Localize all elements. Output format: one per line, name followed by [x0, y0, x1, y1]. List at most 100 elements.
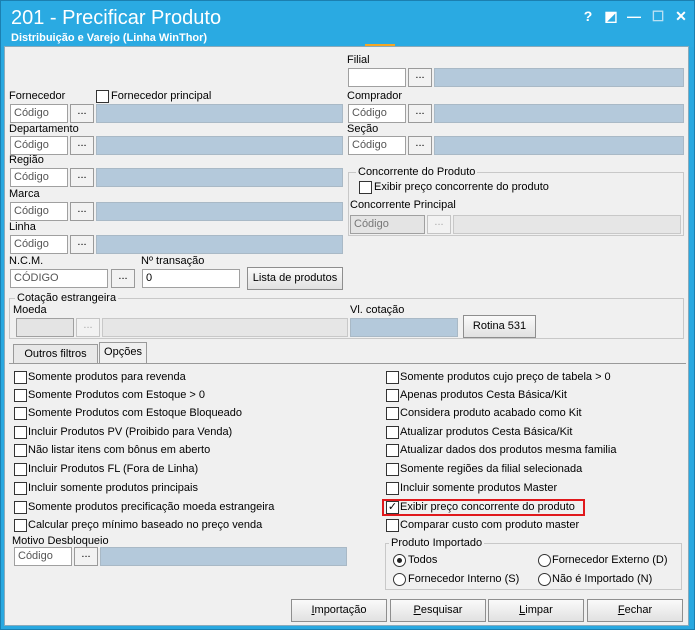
fechar-button[interactable]: Fechar — [587, 599, 683, 622]
secao-input[interactable]: Código — [348, 136, 406, 155]
title-bar: 201 - Precificar Produto Distribuição e … — [1, 1, 694, 47]
option-checkbox[interactable] — [386, 463, 399, 476]
option-checkbox[interactable] — [386, 444, 399, 457]
concorrente-search-button[interactable]: ... — [427, 215, 451, 234]
fornecedor-principal-checkbox[interactable] — [96, 90, 109, 103]
option-label: Exibir preço concorrente do produto — [400, 501, 575, 513]
fornecedor-externo-label: Fornecedor Externo (D) — [552, 554, 668, 566]
fornecedor-search-button[interactable]: ... — [70, 104, 94, 123]
departamento-search-button[interactable]: ... — [70, 136, 94, 155]
importacao-button[interactable]: Importação — [291, 599, 387, 622]
linha-description — [96, 235, 343, 254]
secao-label: Seção — [347, 123, 379, 135]
minimize-button[interactable]: — — [624, 7, 644, 25]
exibir-concorrente-checkbox[interactable] — [359, 181, 372, 194]
option-checkbox[interactable] — [14, 407, 27, 420]
motivo-description — [100, 547, 347, 566]
lista-produtos-button[interactable]: Lista de produtos — [247, 267, 343, 290]
comprador-search-button[interactable]: ... — [408, 104, 432, 123]
fornecedor-externo-radio[interactable] — [538, 554, 551, 567]
comprador-label: Comprador — [347, 90, 403, 102]
option-checkbox[interactable] — [386, 426, 399, 439]
fornecedor-interno-label: Fornecedor Interno (S) — [408, 573, 520, 585]
option-label: Incluir somente produtos principais — [28, 482, 198, 494]
option-label: Incluir somente produtos Master — [400, 482, 558, 494]
option-label: Incluir Produtos FL (Fora de Linha) — [28, 463, 199, 475]
help-button[interactable]: ? — [578, 7, 598, 25]
ncm-search-button[interactable]: ... — [111, 269, 135, 288]
option-checkbox[interactable] — [14, 426, 27, 439]
ncm-input[interactable]: CÓDIGO — [10, 269, 108, 288]
produto-importado-label: Produto Importado — [389, 537, 485, 549]
option-checkbox[interactable] — [14, 501, 27, 514]
nao-importado-radio[interactable] — [538, 573, 551, 586]
option-label: Somente produtos precificação moeda estr… — [28, 501, 275, 513]
exibir-concorrente-label: Exibir preço concorrente do produto — [374, 181, 549, 193]
option-checkbox[interactable] — [14, 389, 27, 402]
option-label: Somente produtos cujo preço de tabela > … — [400, 371, 611, 383]
concorrente-input[interactable]: Código — [350, 215, 425, 234]
close-button[interactable]: ✕ — [671, 7, 691, 25]
marca-input[interactable]: Código — [10, 202, 68, 221]
option-label: Atualizar produtos Cesta Básica/Kit — [400, 426, 573, 438]
concorrente-principal-label: Concorrente Principal — [350, 199, 456, 211]
pesquisar-button[interactable]: Pesquisar — [390, 599, 486, 622]
tab-divider — [9, 363, 686, 364]
fornecedor-interno-radio[interactable] — [393, 573, 406, 586]
transacao-input[interactable]: 0 — [142, 269, 240, 288]
option-checkbox[interactable] — [14, 463, 27, 476]
option-label: Somente Produtos com Estoque > 0 — [28, 389, 206, 401]
option-label: Comparar custo com produto master — [400, 519, 580, 531]
motivo-input[interactable]: Código — [14, 547, 72, 566]
option-checkbox[interactable] — [386, 371, 399, 384]
exibir-preco-concorrente-checkbox[interactable]: ✓ — [386, 501, 399, 514]
vl-cotacao-label: Vl. cotação — [350, 304, 405, 316]
option-label: Somente produtos para revenda — [28, 371, 186, 383]
tab-opcoes[interactable]: Opções — [99, 342, 147, 364]
maximize-button[interactable]: ☐ — [648, 7, 668, 25]
secao-description — [434, 136, 684, 155]
option-checkbox[interactable] — [386, 389, 399, 402]
option-checkbox[interactable] — [14, 444, 27, 457]
fornecedor-principal-label: Fornecedor principal — [111, 90, 212, 102]
option-checkbox[interactable] — [386, 519, 399, 532]
tab-outros-filtros[interactable]: Outros filtros — [13, 344, 98, 364]
motivo-label: Motivo Desbloqueio — [12, 535, 109, 547]
option-label: Considera produto acabado como Kit — [400, 407, 582, 419]
departamento-input[interactable]: Código — [10, 136, 68, 155]
linha-input[interactable]: Código — [10, 235, 68, 254]
regiao-search-button[interactable]: ... — [70, 168, 94, 187]
concorrente-description — [453, 215, 681, 234]
option-checkbox[interactable] — [386, 482, 399, 495]
marca-label: Marca — [9, 188, 40, 200]
option-checkbox[interactable] — [14, 519, 27, 532]
restore-icon[interactable]: ◩ — [601, 7, 621, 25]
rotina-531-button[interactable]: Rotina 531 — [463, 315, 536, 338]
vl-cotacao-input[interactable] — [350, 318, 458, 337]
regiao-input[interactable]: Código — [10, 168, 68, 187]
option-label: Apenas produtos Cesta Básica/Kit — [400, 389, 567, 401]
moeda-search-button[interactable]: ... — [76, 318, 100, 337]
filial-search-button[interactable]: ... — [408, 68, 432, 87]
comprador-input[interactable]: Código — [348, 104, 406, 123]
comprador-description — [434, 104, 684, 123]
fornecedor-input[interactable]: Código — [10, 104, 68, 123]
secao-search-button[interactable]: ... — [408, 136, 432, 155]
motivo-search-button[interactable]: ... — [74, 547, 98, 566]
todos-radio[interactable] — [393, 554, 406, 567]
concorrente-group-label: Concorrente do Produto — [356, 166, 478, 178]
option-label: Incluir Produtos PV (Proibido para Venda… — [28, 426, 233, 438]
filial-description — [434, 68, 684, 87]
limpar-button[interactable]: Limpar — [488, 599, 584, 622]
marca-description — [96, 202, 343, 221]
linha-label: Linha — [9, 221, 36, 233]
regiao-description — [96, 168, 343, 187]
option-checkbox[interactable] — [14, 371, 27, 384]
option-checkbox[interactable] — [386, 407, 399, 420]
filial-input[interactable] — [348, 68, 406, 87]
linha-search-button[interactable]: ... — [70, 235, 94, 254]
moeda-input[interactable] — [16, 318, 74, 337]
todos-label: Todos — [408, 554, 438, 566]
marca-search-button[interactable]: ... — [70, 202, 94, 221]
option-checkbox[interactable] — [14, 482, 27, 495]
